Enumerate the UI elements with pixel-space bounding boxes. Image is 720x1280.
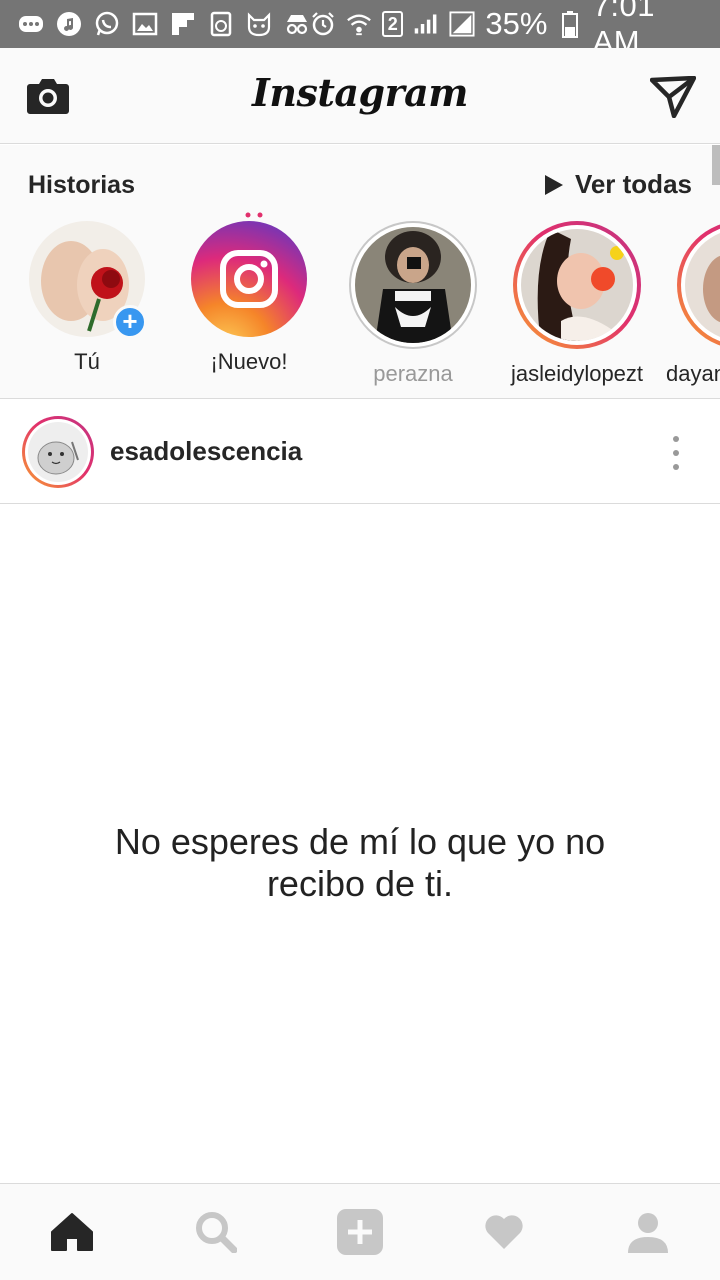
profile-icon[interactable] [576, 1184, 720, 1280]
stories-title: Historias [28, 171, 135, 199]
story-ring [191, 212, 307, 337]
story-label: perazna [373, 361, 453, 386]
music-icon [56, 11, 82, 37]
see-all-label: Ver todas [574, 169, 692, 199]
home-icon[interactable] [0, 1184, 144, 1280]
signal-icon [413, 11, 439, 37]
direct-message-icon[interactable] [649, 75, 697, 119]
alarm-icon [310, 11, 336, 37]
activity-heart-icon[interactable] [432, 1184, 576, 1280]
search-icon[interactable] [144, 1184, 288, 1280]
story-dayan[interactable]: dayan [666, 221, 720, 387]
see-all-button[interactable]: Ver todas [544, 169, 692, 200]
story-label: ¡Nuevo! [210, 349, 288, 374]
story-jasleidylopezt[interactable]: jasleidylopezt [502, 221, 652, 387]
cat-icon [246, 11, 272, 37]
wifi-icon [346, 11, 372, 37]
status-bar: 2 35% 7:01 AM [0, 0, 720, 59]
more-options-icon[interactable] [670, 436, 682, 470]
post-username[interactable]: esadolescencia [110, 436, 302, 467]
story-label: jasleidylopezt [510, 361, 644, 386]
battery-percent: 35% [485, 6, 548, 41]
story-ring [349, 221, 477, 349]
bottom-nav [0, 1183, 720, 1280]
avatar [355, 227, 471, 343]
new-indicator-dots [245, 212, 263, 218]
story-label: dayan [666, 361, 720, 386]
spy-icon [284, 11, 310, 37]
story-label: Tú [74, 349, 100, 374]
stories-tray: Historias Ver todas + Tú ¡Nuevo! perazna… [0, 145, 720, 399]
story-own[interactable]: + Tú [12, 221, 162, 375]
signal-icon-2 [449, 11, 475, 37]
post-image[interactable]: No esperes de mí lo que yo no recibo de … [0, 505, 720, 1183]
flipboard-icon [170, 11, 196, 37]
more-icon [18, 11, 44, 37]
post-text-line-2: recibo de ti. [266, 863, 454, 904]
add-story-badge[interactable]: + [113, 305, 147, 339]
recycle-icon [208, 11, 234, 37]
play-icon [544, 174, 563, 195]
instagram-logo: Instagram [252, 70, 468, 115]
story-ring [677, 221, 720, 349]
whatsapp-icon [94, 11, 120, 37]
avatar [28, 422, 88, 482]
gallery-icon [132, 11, 158, 37]
post-header: esadolescencia [0, 400, 720, 504]
instagram-app-icon [191, 221, 307, 337]
story-perazna[interactable]: perazna [338, 221, 488, 387]
battery-icon [557, 11, 582, 38]
post-text-line-1: No esperes de mí lo que yo no [114, 821, 606, 862]
avatar [521, 229, 633, 341]
avatar [685, 229, 720, 341]
story-ring [513, 221, 641, 349]
post-avatar-ring[interactable] [22, 416, 94, 488]
add-post-icon[interactable] [288, 1184, 432, 1280]
app-header: Instagram [0, 48, 720, 144]
post-image-text: No esperes de mí lo que yo no recibo de … [40, 821, 680, 905]
story-new[interactable]: ¡Nuevo! [174, 212, 324, 375]
scrollbar[interactable] [712, 145, 720, 185]
sim-indicator: 2 [382, 11, 404, 37]
